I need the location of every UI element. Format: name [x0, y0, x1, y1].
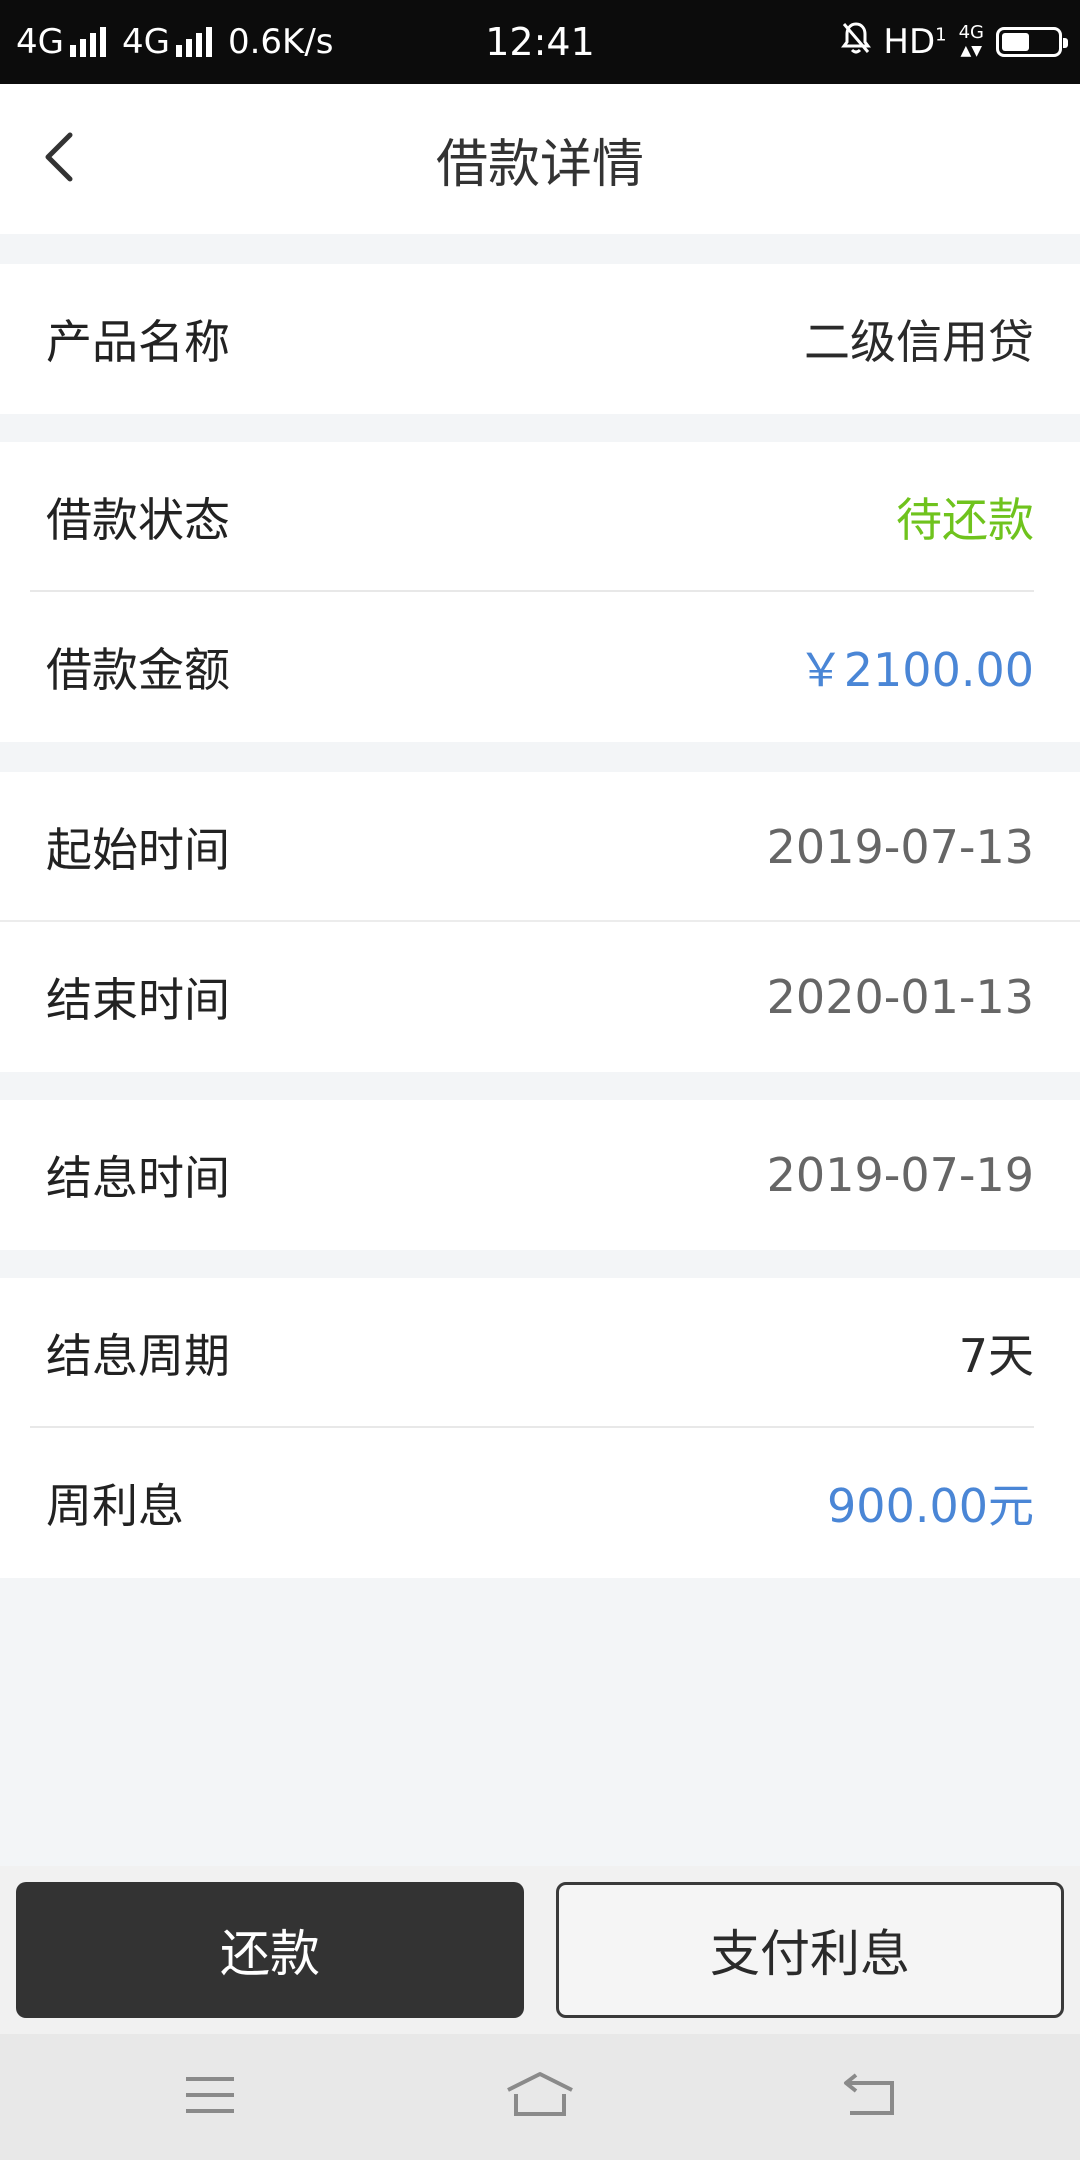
- detail-row-settle-period: 结息周期 7天: [0, 1278, 1080, 1428]
- battery-icon: [996, 27, 1068, 57]
- back-button[interactable]: [20, 119, 100, 199]
- page-title: 借款详情: [435, 134, 644, 195]
- network-speed: 0.6K/s: [227, 22, 334, 62]
- signal-icon: [175, 27, 212, 57]
- row-label: 产品名称: [46, 315, 230, 369]
- detail-row-loan-status: 借款状态 待还款: [0, 442, 1080, 592]
- status-value: 待还款: [896, 493, 1034, 547]
- status-right: HD1 4G ▲▼: [841, 0, 1068, 84]
- network-indicator-2: 4G: [122, 22, 212, 62]
- row-label: 起始时间: [46, 823, 230, 877]
- network-type-label: 4G: [121, 22, 170, 62]
- data-activity-icon: 4G ▲▼: [958, 22, 984, 60]
- detail-row-end-time: 结束时间 2020-01-13: [0, 922, 1080, 1072]
- mini-network-label: 4G: [958, 22, 984, 43]
- hd-icon: HD1: [883, 22, 946, 62]
- chevron-left-icon: [40, 129, 80, 189]
- hd-label: HD: [883, 22, 936, 62]
- row-value: 二级信用贷: [804, 315, 1034, 369]
- back-icon: [842, 2071, 898, 2123]
- detail-row-product-name: 产品名称 二级信用贷: [0, 264, 1080, 414]
- home-icon: [504, 2070, 576, 2124]
- network-indicator-1: 4G: [16, 22, 106, 62]
- row-label: 结息周期: [46, 1329, 230, 1383]
- row-value: 2019-07-19: [766, 1148, 1034, 1202]
- section-settle-time: 结息时间 2019-07-19: [0, 1100, 1080, 1250]
- home-button[interactable]: [500, 2057, 580, 2137]
- row-label: 借款状态: [46, 493, 230, 547]
- mute-icon: [841, 21, 872, 64]
- status-left: 4G 4G 0.6K/s: [16, 0, 334, 84]
- row-value: 2020-01-13: [766, 970, 1034, 1024]
- amount-value: ￥2100.00: [797, 643, 1034, 697]
- battery-level: [1002, 33, 1029, 51]
- system-nav-bar: [0, 2034, 1080, 2160]
- section-loan: 借款状态 待还款 借款金额 ￥2100.00: [0, 442, 1080, 742]
- network-type-label: 4G: [16, 22, 64, 62]
- menu-button[interactable]: [170, 2057, 250, 2137]
- back-nav-button[interactable]: [830, 2057, 910, 2137]
- detail-row-loan-amount: 借款金额 ￥2100.00: [0, 592, 1080, 742]
- row-label: 借款金额: [46, 643, 230, 697]
- signal-icon: [69, 27, 106, 57]
- section-product: 产品名称 二级信用贷: [0, 264, 1080, 414]
- row-label: 结束时间: [46, 973, 230, 1027]
- row-label: 结息时间: [46, 1151, 230, 1205]
- row-value: 7天: [958, 1329, 1034, 1383]
- hd-sub: 1: [935, 24, 947, 46]
- pay-interest-button[interactable]: 支付利息: [556, 1882, 1064, 2018]
- detail-row-start-time: 起始时间 2019-07-13: [0, 772, 1080, 922]
- app-header: 借款详情: [0, 84, 1080, 234]
- menu-icon: [183, 2073, 237, 2121]
- row-label: 周利息: [46, 1479, 184, 1533]
- row-value: 2019-07-13: [766, 820, 1034, 874]
- action-bar: 还款 支付利息: [0, 1866, 1080, 2034]
- detail-row-settle-time: 结息时间 2019-07-19: [0, 1100, 1080, 1250]
- repay-button[interactable]: 还款: [16, 1882, 524, 2018]
- section-interest: 结息周期 7天 周利息 900.00元: [0, 1278, 1080, 1578]
- interest-value: 900.00元: [827, 1479, 1034, 1533]
- detail-row-weekly-interest: 周利息 900.00元: [0, 1428, 1080, 1578]
- status-bar: 4G 4G 0.6K/s 12:41 HD1 4G ▲▼: [0, 0, 1080, 84]
- section-period: 起始时间 2019-07-13 结束时间 2020-01-13: [0, 772, 1080, 1072]
